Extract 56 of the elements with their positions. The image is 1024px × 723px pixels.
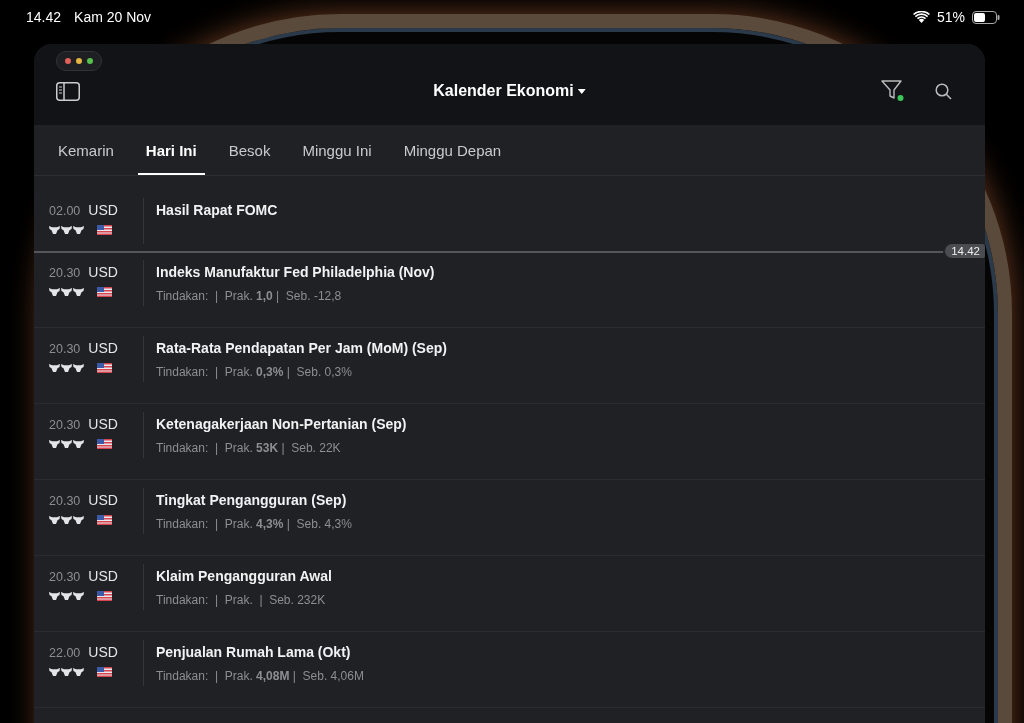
- event-title: Ketenagakerjaan Non-Pertanian (Sep): [156, 416, 407, 432]
- day-tab[interactable]: Minggu Depan: [395, 125, 510, 175]
- battery-percent: 51%: [936, 9, 965, 25]
- event-title: Tingkat Pengangguran (Sep): [156, 492, 348, 508]
- search-icon[interactable]: [935, 82, 952, 100]
- filter-icon[interactable]: [881, 80, 905, 102]
- event-title: Hasil Rapat FOMC: [156, 202, 278, 218]
- event-values: Tindakan: | Prak. 53K | Seb. 22K: [156, 441, 342, 455]
- currency-code: USD: [88, 340, 118, 356]
- window-controls[interactable]: [56, 51, 102, 71]
- flag-icon: [97, 439, 112, 449]
- event-time: 20.30: [49, 266, 81, 280]
- wifi-icon: [912, 11, 930, 23]
- event-title: Rata-Rata Pendapatan Per Jam (MoM) (Sep): [156, 340, 447, 356]
- battery-icon: [972, 10, 1000, 24]
- event-title: Klaim Pengangguran Awal: [156, 568, 332, 584]
- event-values: Tindakan: | Prak. 1,0 | Seb. -12,8: [156, 289, 343, 303]
- event-row[interactable]: 20.30 USD Rata-Rata Pendapatan Per Jam (MoM) (Sep) Tindakan: | Prak. 0,3% | Seb. 0,3%: [34, 328, 985, 404]
- currency-code: USD: [88, 264, 118, 280]
- event-row[interactable]: 22.00 USD Penjualan Rumah Lama (Okt) Tindakan: | Prak. 4,08M | Seb. 4,06M: [34, 632, 985, 708]
- flag-icon: [97, 225, 112, 235]
- calendar-title-dropdown[interactable]: Kalender Ekonomi: [427, 81, 592, 101]
- event-time: 02.00: [49, 204, 81, 218]
- day-tab[interactable]: Kemarin: [50, 125, 122, 175]
- flag-icon: [97, 363, 112, 373]
- day-tab[interactable]: Hari Ini: [137, 125, 205, 175]
- status-time: 14.42: [26, 9, 62, 25]
- event-values: Tindakan: | Prak. 0,3% | Seb. 0,3%: [156, 365, 353, 379]
- event-values: Tindakan: | Prak. | Seb. 232K: [156, 593, 327, 607]
- day-tab[interactable]: Besok: [220, 125, 279, 175]
- flag-icon: [97, 667, 112, 677]
- caret-icon: [577, 88, 586, 94]
- event-title: Penjualan Rumah Lama (Okt): [156, 644, 352, 660]
- currency-code: USD: [88, 492, 118, 508]
- flag-icon: [97, 287, 112, 297]
- event-time: 20.30: [49, 418, 81, 432]
- event-time: 20.30: [49, 570, 81, 584]
- event-time: 22.00: [49, 646, 81, 660]
- currency-code: USD: [88, 202, 118, 218]
- flag-icon: [97, 515, 112, 525]
- event-values: Tindakan: | Prak. 4,08M | Seb. 4,06M: [156, 669, 364, 683]
- event-row[interactable]: 20.30 USD Ketenagakerjaan Non-Pertanian (Sep) Tindakan: | Prak. 53K | Seb. 22K: [34, 404, 985, 480]
- event-time: 20.30: [49, 342, 81, 356]
- sidebar-icon[interactable]: [56, 81, 80, 101]
- event-time: 20.30: [49, 494, 81, 508]
- day-tab[interactable]: Minggu Ini: [294, 125, 380, 175]
- currency-code: USD: [88, 568, 118, 584]
- current-time-badge: 14.42: [945, 244, 985, 258]
- flag-icon: [97, 591, 112, 601]
- event-values: Tindakan: | Prak. 4,3% | Seb. 4,3%: [156, 517, 352, 531]
- currency-code: USD: [88, 644, 118, 660]
- currency-code: USD: [88, 416, 118, 432]
- event-row[interactable]: 20.30 USD Klaim Pengangguran Awal Tindakan: | Prak. | Seb. 232K: [34, 556, 985, 632]
- status-date: Kam 20 Nov: [74, 9, 152, 25]
- event-row[interactable]: 20.30 USD Tingkat Pengangguran (Sep) Tindakan: | Prak. 4,3% | Seb. 4,3%: [34, 480, 985, 556]
- event-title: Indeks Manufaktur Fed Philadelphia (Nov): [156, 264, 435, 280]
